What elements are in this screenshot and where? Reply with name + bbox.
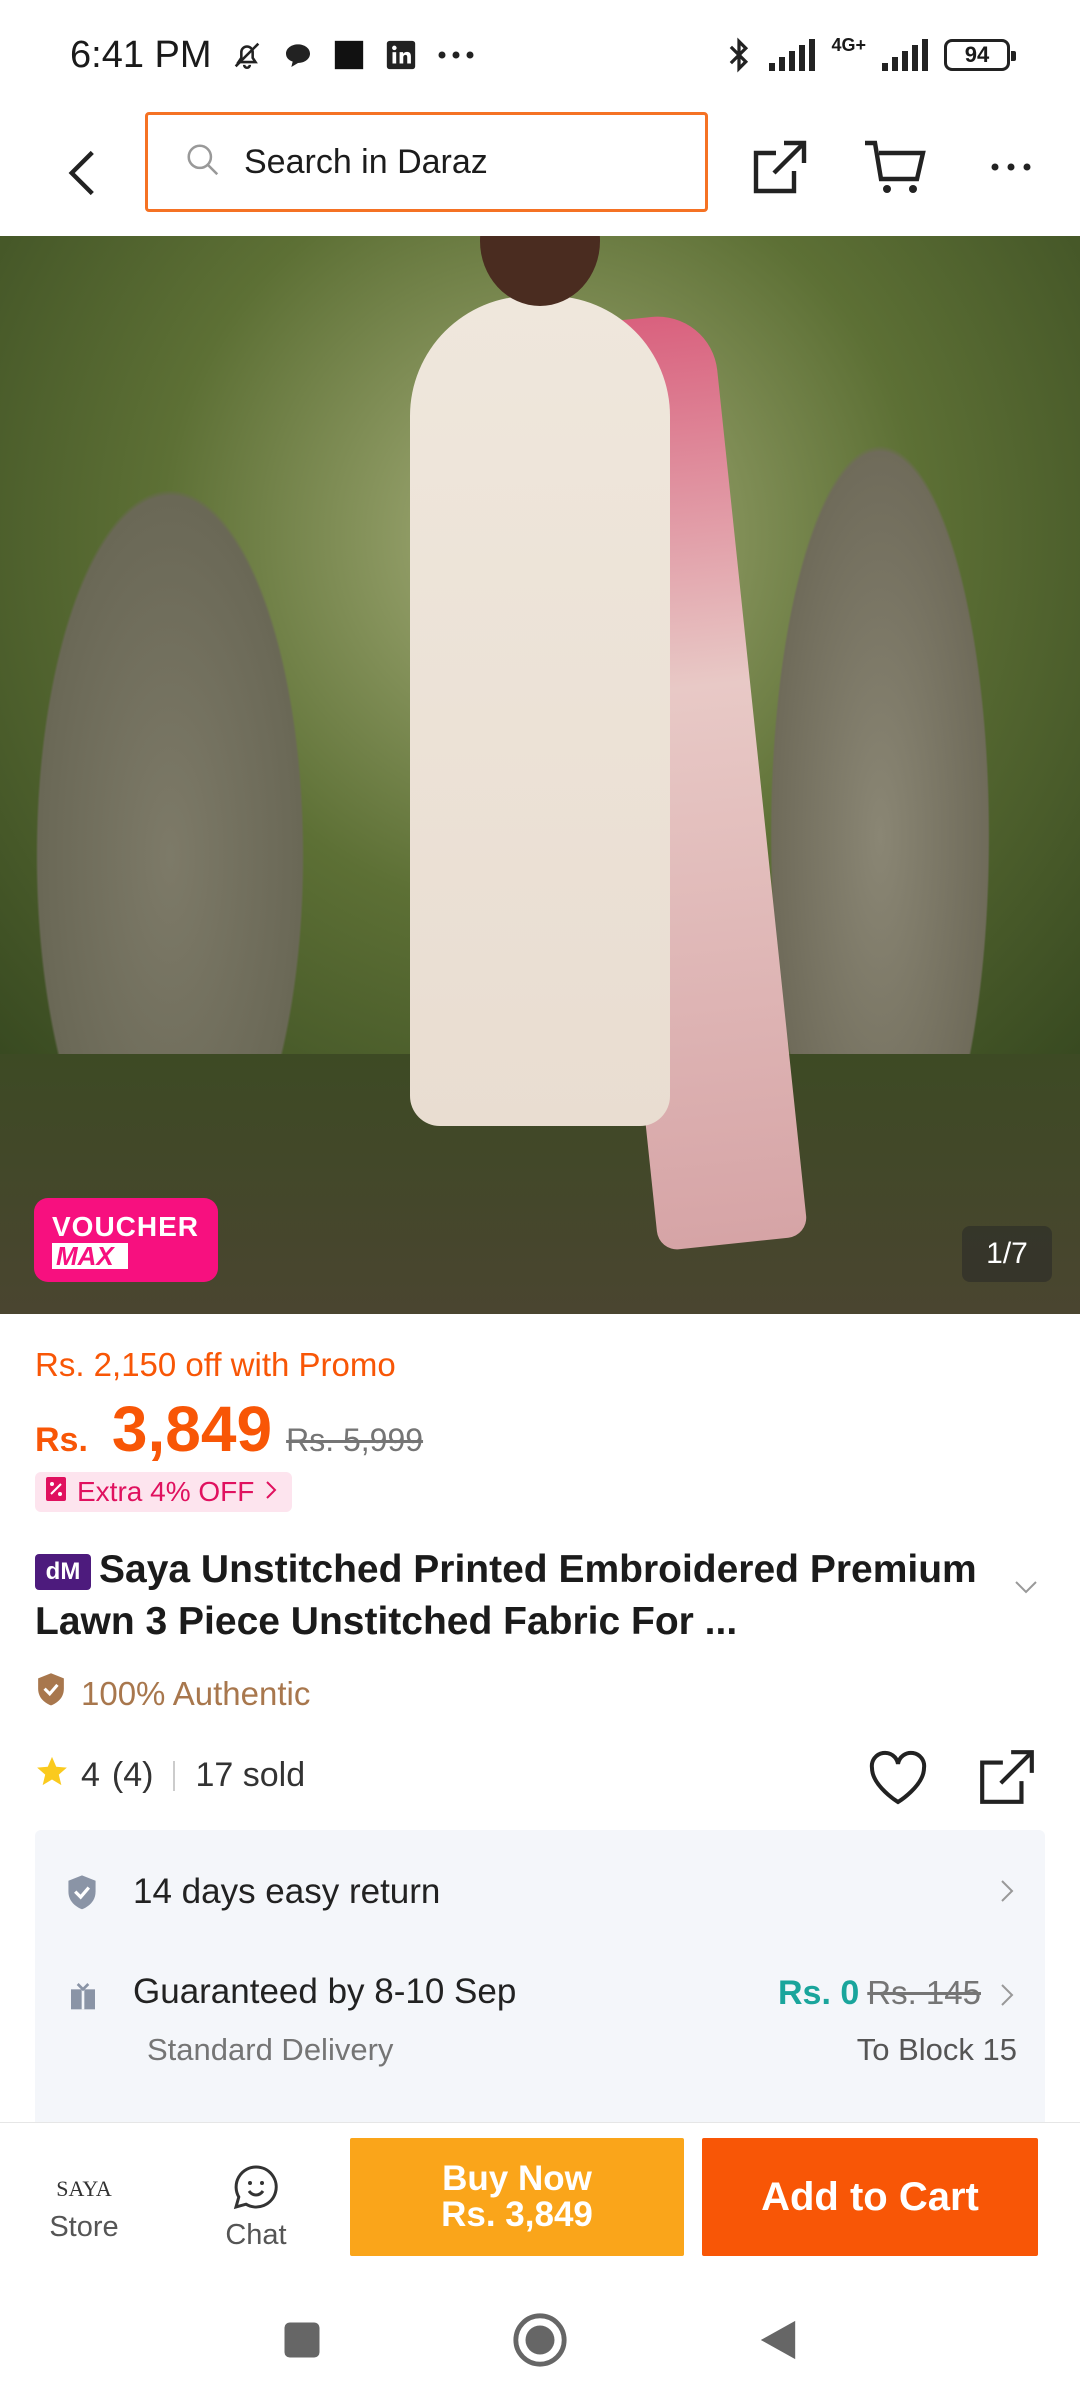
buy-now-label: Buy Now [442,2159,592,2198]
black-square-icon [332,38,366,72]
chevron-right-icon [264,1476,278,1508]
product-title[interactable]: dM Saya Unstitched Printed Embroidered Pr… [35,1544,1005,1648]
back-button[interactable] [52,140,112,206]
status-left: 6:41 PM [70,34,476,77]
share-icon [980,1750,1034,1804]
battery-icon: 94 [944,39,1016,71]
delivery-label: Guaranteed by 8-10 Sep [133,1972,517,2011]
delivery-location: To Block 15 [856,2032,1017,2067]
delivery-fee: Rs. 0 Rs. 145 [778,1974,981,2013]
share-icon [753,140,807,194]
chat-label: Chat [225,2219,287,2251]
voucher-line2: MAX [52,1243,128,1269]
heart-icon [869,1750,927,1805]
product-image-gallery[interactable]: VOUCHER MAX 1/7 [0,236,1080,1314]
add-to-cart-button[interactable]: Add to Cart [702,2138,1038,2256]
star-icon [35,1754,69,1797]
price-row: Rs. 3,849 Rs. 5,999 [35,1392,423,1466]
back-system-button[interactable] [748,2310,808,2370]
system-navigation-bar [0,2270,1080,2400]
return-label: 14 days easy return [133,1872,441,1911]
bluetooth-icon [725,36,753,74]
mute-notifications-icon [230,38,264,72]
extra-offer-label: Extra 4% OFF [77,1476,255,1507]
share-button[interactable] [745,132,815,202]
signal-icon-2 [880,39,930,71]
chat-bubble-icon [282,39,314,71]
product-title-text: Saya Unstitched Printed Embroidered Prem… [35,1548,977,1643]
chevron-right-icon [999,1878,1015,1909]
chat-icon [196,2163,316,2213]
store-logo: SAYA [56,2176,112,2201]
wishlist-button[interactable] [866,1746,930,1810]
search-input[interactable]: Search in Daraz [145,112,708,212]
chevron-right-icon [999,1982,1015,2013]
rating-count: (4) [111,1756,154,1794]
cart-icon [865,140,926,193]
dm-badge: dM [35,1553,91,1590]
cart-button[interactable] [860,132,930,202]
bottom-action-bar: SAYA Store Chat Buy Now Rs. 3,849 Add to… [0,2122,1080,2270]
image-model-head [480,236,600,306]
share-product-button[interactable] [974,1744,1040,1810]
authentic-label: 100% Authentic [81,1675,311,1712]
image-counter: 1/7 [962,1226,1052,1282]
delivery-info-card: 14 days easy return Guaranteed by 8-10 S… [35,1830,1045,2130]
shield-check-icon [65,1874,99,1917]
more-notifications-icon [436,49,476,61]
more-options-button[interactable] [976,132,1046,202]
status-time: 6:41 PM [70,33,212,76]
expand-title-button[interactable] [1012,1578,1040,1601]
image-dress [410,296,670,1126]
store-button[interactable]: SAYA Store [24,2167,144,2244]
rating-row[interactable]: 4 (4) 17 sold [35,1754,305,1797]
buy-now-button[interactable]: Buy Now Rs. 3,849 [350,2138,684,2256]
signal-icon [767,39,817,71]
circle-icon [513,2313,567,2367]
status-bar: 6:41 PM 4G+ 94 [0,0,1080,110]
chevron-down-icon [1015,1581,1037,1594]
promo-text: Rs. 2,150 off with Promo [35,1346,396,1383]
home-button[interactable] [510,2310,570,2370]
sold-count: 17 sold [195,1756,306,1794]
search-icon [184,141,222,184]
delivery-row[interactable]: Guaranteed by 8-10 Sep Standard Delivery… [35,1968,1045,2088]
more-dots-icon [991,163,1031,171]
search-placeholder: Search in Daraz [244,142,488,181]
buy-now-price: Rs. 3,849 [441,2195,593,2234]
price-value: 3,849 [111,1393,273,1465]
voucher-tag-icon [45,1476,67,1509]
chat-button[interactable]: Chat [196,2163,316,2252]
status-right: 4G+ 94 [725,34,1016,74]
divider [173,1760,176,1791]
recents-button[interactable] [272,2310,332,2370]
store-label: Store [49,2211,119,2243]
back-arrow-icon [68,150,94,196]
square-icon [284,2322,320,2358]
extra-offer-tag[interactable]: Extra 4% OFF [35,1472,293,1512]
linkedin-icon [384,38,418,72]
triangle-back-icon [760,2320,796,2360]
shield-check-icon [35,1672,67,1716]
gift-box-icon [67,1980,99,2017]
delivery-fee-original: Rs. 145 [867,1974,981,2011]
delivery-fee-value: Rs. 0 [778,1974,860,2012]
authentic-badge: 100% Authentic [35,1672,310,1716]
return-policy-row[interactable]: 14 days easy return [35,1862,1045,1922]
voucher-max-badge: VOUCHER MAX [34,1198,218,1282]
price-currency: Rs. [35,1421,88,1459]
rating-value: 4 [81,1756,100,1794]
delivery-type: Standard Delivery [147,2032,394,2067]
top-nav: Search in Daraz [0,110,1080,236]
voucher-line1: VOUCHER [52,1211,200,1242]
network-type: 4G+ [831,34,866,55]
original-price: Rs. 5,999 [286,1422,424,1458]
